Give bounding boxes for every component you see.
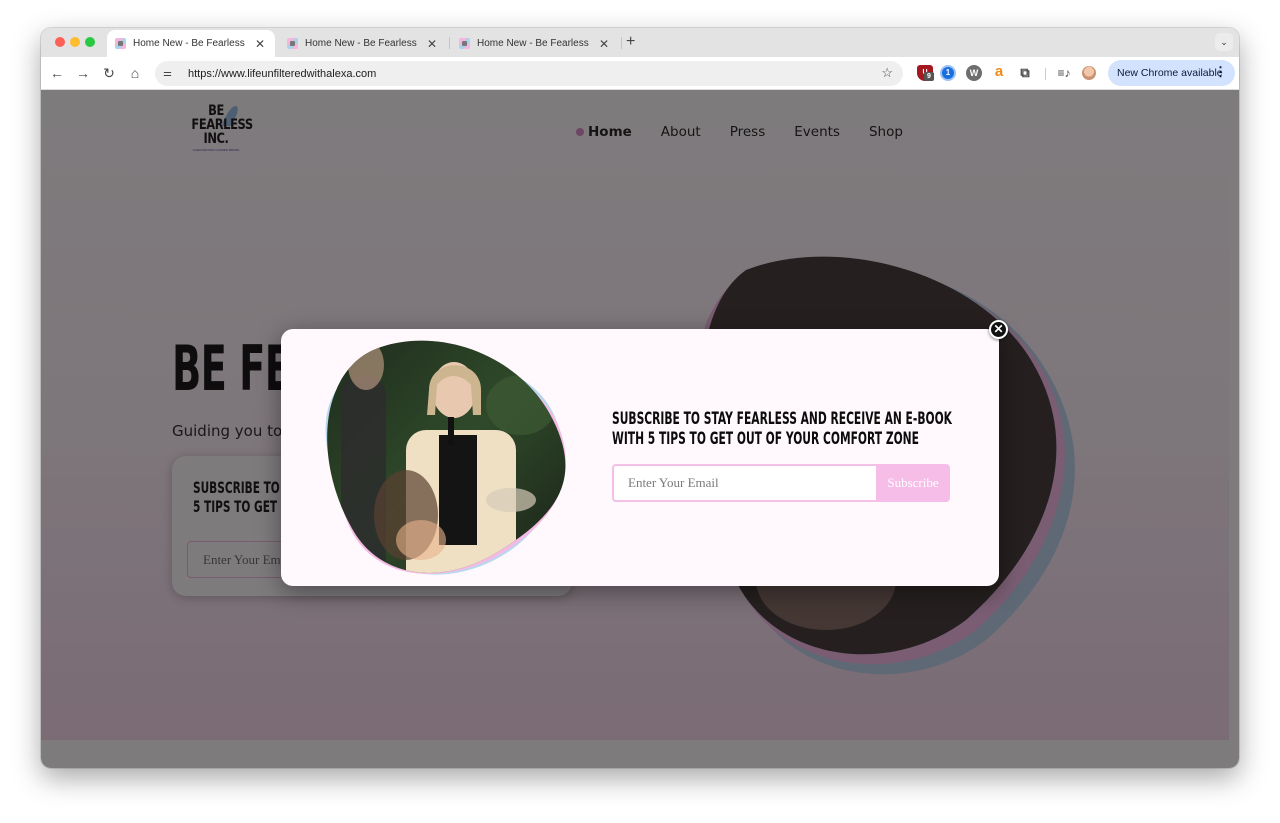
chrome-update-button[interactable]: New Chrome available ⋮ [1108, 60, 1235, 86]
tab-close-icon[interactable]: ✕ [425, 37, 439, 51]
tab-1[interactable]: Home New - Be Fearless ✕ [107, 30, 275, 57]
back-icon[interactable]: ← [48, 64, 66, 82]
modal-subscribe-form: Subscribe [612, 464, 950, 502]
email-input[interactable] [612, 464, 876, 502]
tab-3[interactable]: Home New - Be Fearless ✕ [451, 30, 619, 57]
tab-title: Home New - Be Fearless [305, 38, 417, 49]
tab-close-icon[interactable]: ✕ [597, 37, 611, 51]
modal-heading: SUBSCRIBE TO STAY FEARLESS AND RECEIVE A… [612, 409, 952, 449]
browser-window: Home New - Be Fearless ✕ Home New - Be F… [41, 28, 1239, 768]
tab-title: Home New - Be Fearless [133, 38, 245, 49]
maximize-window-button[interactable] [85, 37, 95, 47]
tab-close-icon[interactable]: ✕ [253, 37, 267, 51]
chrome-menu-icon[interactable]: ⋮ [1214, 64, 1227, 80]
address-bar[interactable]: ⚌ https://www.lifeunfilteredwithalexa.co… [155, 61, 903, 86]
tab-strip: Home New - Be Fearless ✕ Home New - Be F… [41, 28, 1239, 57]
close-modal-icon[interactable]: ✕ [989, 320, 1008, 339]
wordpress-extension-icon[interactable]: W [966, 65, 982, 81]
site-favicon-icon [459, 38, 470, 49]
home-icon[interactable]: ⌂ [126, 64, 144, 82]
new-tab-button[interactable]: + [626, 33, 635, 51]
password-manager-extension-icon[interactable]: 1 [940, 65, 956, 81]
amazon-extension-icon[interactable]: a [991, 64, 1007, 81]
profile-avatar-icon[interactable] [1082, 66, 1096, 80]
subscribe-button[interactable]: Subscribe [876, 464, 950, 502]
close-window-button[interactable] [55, 37, 65, 47]
tab-title: Home New - Be Fearless [477, 38, 589, 49]
subscribe-modal: SUBSCRIBE TO STAY FEARLESS AND RECEIVE A… [281, 329, 999, 586]
site-info-icon[interactable]: ⚌ [163, 68, 177, 79]
url-text[interactable]: https://www.lifeunfilteredwithalexa.com [188, 68, 376, 80]
tab-search-button[interactable]: ⌄ [1215, 33, 1233, 51]
minimize-window-button[interactable] [70, 37, 80, 47]
bookmark-star-icon[interactable]: ☆ [881, 65, 893, 81]
speaker-photo [325, 340, 566, 575]
toolbar-divider [1045, 68, 1046, 80]
site-favicon-icon [115, 38, 126, 49]
chrome-update-label: New Chrome available [1117, 67, 1223, 79]
tab-divider [449, 37, 450, 49]
page-viewport: BE FEARLESS INC. A REINVENTED CAREER BRA… [41, 90, 1239, 768]
shield-extension-icon[interactable]: U9 [917, 65, 934, 81]
browser-toolbar: ← → ↻ ⌂ ⚌ https://www.lifeunfilteredwith… [41, 57, 1239, 90]
site-favicon-icon [287, 38, 298, 49]
forward-icon[interactable]: → [74, 64, 92, 82]
tab-2[interactable]: Home New - Be Fearless ✕ [279, 30, 447, 57]
reload-icon[interactable]: ↻ [100, 64, 118, 82]
media-controls-icon[interactable]: ≡♪ [1056, 65, 1072, 81]
extension-badge: 9 [924, 72, 934, 81]
tab-divider [621, 37, 622, 49]
extensions-puzzle-icon[interactable]: ⧉ [1017, 65, 1033, 81]
